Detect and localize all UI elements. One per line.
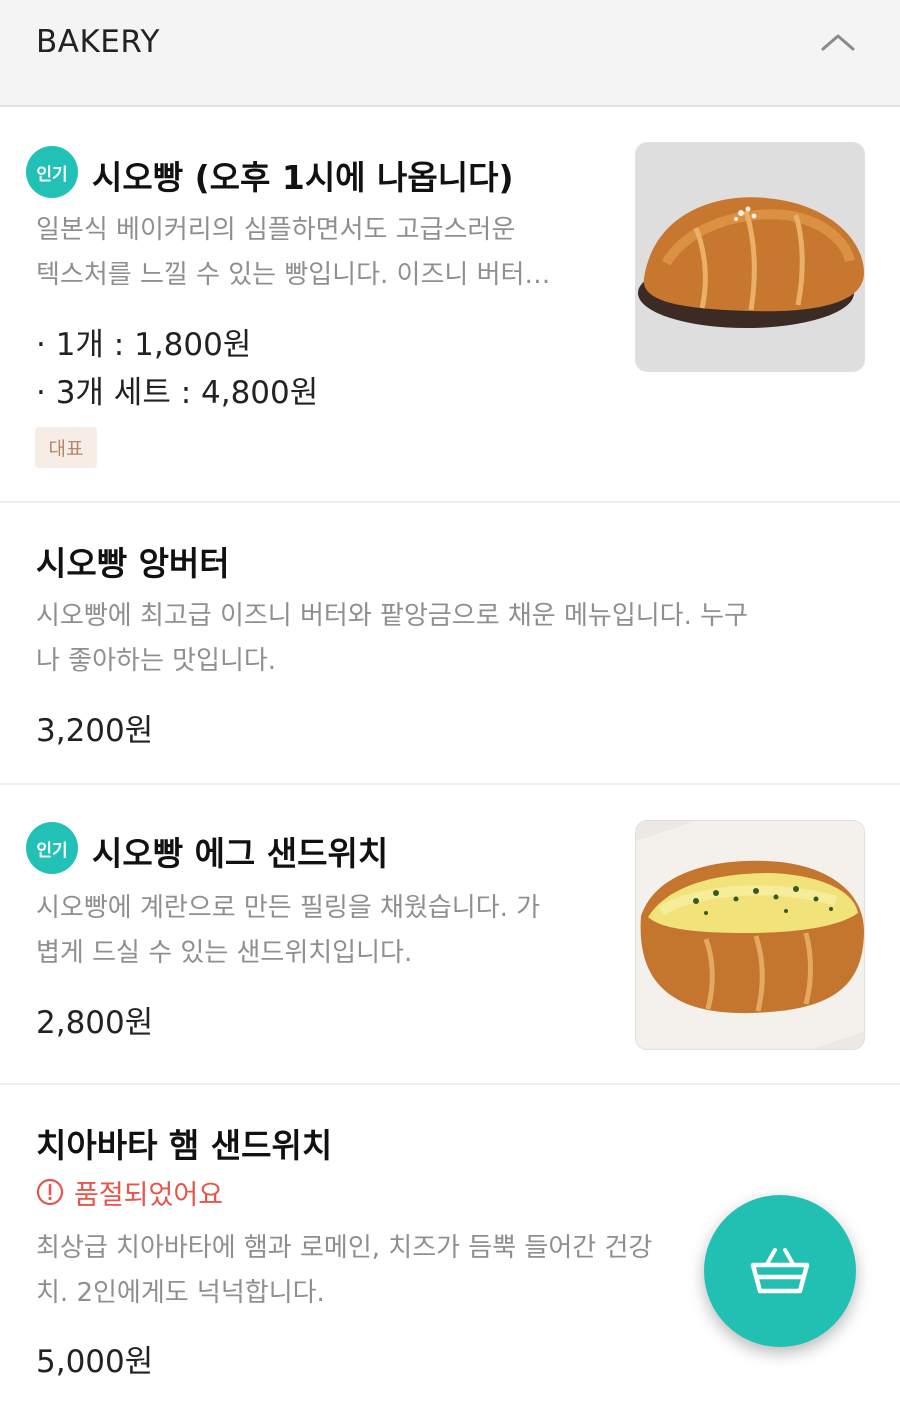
alert-icon [36,1178,64,1206]
menu-item[interactable]: 인기 시오빵 에그 샌드위치 시오빵에 계란으로 만든 필링을 채웠습니다. 가… [0,785,900,1085]
shopping-basket-icon [750,1248,810,1294]
description-line: 일본식 베이커리의 심플하면서도 고급스러운 [36,215,516,245]
item-price: 2,800원 [36,1005,154,1041]
item-description: 일본식 베이커리의 심플하면서도 고급스러운 텍스처를 느낄 수 있는 빵입니다… [36,208,550,298]
item-description: 시오빵에 계란으로 만든 필링을 채웠습니다. 가 볍게 드실 수 있는 샌드위… [36,886,540,976]
item-name: 시오빵 앙버터 [36,544,230,583]
description-line: 치. 2인에게도 넉넉합니다. [36,1278,325,1308]
soldout-text: 품절되었어요 [74,1179,224,1211]
section-header[interactable]: BAKERY [0,0,900,107]
description-line: 볍게 드실 수 있는 샌드위치입니다. [36,938,413,968]
item-description: 최상급 치아바타에 햄과 로메인, 치즈가 듬뿍 들어간 건강 치. 2인에게도… [36,1226,726,1316]
section-title: BAKERY [36,24,160,60]
item-price: 5,000원 [36,1344,154,1380]
description-line: 시오빵에 계란으로 만든 필링을 채웠습니다. 가 [36,893,541,923]
item-name: 시오빵 에그 샌드위치 [92,834,389,873]
item-name: 치아바타 햄 샌드위치 [36,1126,333,1165]
cart-button[interactable] [704,1195,856,1347]
item-name: 시오빵 (오후 1시에 나옵니다) [92,158,514,197]
description-line: 최상급 치아바타에 햄과 로메인, 치즈가 듬뿍 들어간 건강 [36,1233,653,1263]
menu-item[interactable]: 시오빵 앙버터 시오빵에 최고급 이즈니 버터와 팥앙금으로 채운 메뉴입니다.… [0,503,900,785]
item-price: 3,200원 [36,713,154,749]
item-image [635,142,865,372]
soldout-status: 품절되었어요 [36,1172,223,1212]
description-line: 나 좋아하는 맛입니다. [36,646,277,676]
item-price-option: · 3개 세트 : 4,800원 [36,375,319,411]
representative-tag: 대표 [35,427,97,468]
menu-item[interactable]: 인기 시오빵 (오후 1시에 나옵니다) 일본식 베이커리의 심플하면서도 고급… [0,107,900,503]
description-line: 텍스처를 느낄 수 있는 빵입니다. 이즈니 버터… [36,260,551,290]
item-price-option: · 1개 : 1,800원 [36,327,252,363]
item-image [635,820,865,1050]
item-description: 시오빵에 최고급 이즈니 버터와 팥앙금으로 채운 메뉴입니다. 누구 나 좋아… [36,594,748,684]
popular-badge: 인기 [26,822,78,874]
popular-badge: 인기 [26,146,78,198]
chevron-up-icon[interactable] [820,30,856,54]
description-line: 시오빵에 최고급 이즈니 버터와 팥앙금으로 채운 메뉴입니다. 누구 [36,601,748,631]
